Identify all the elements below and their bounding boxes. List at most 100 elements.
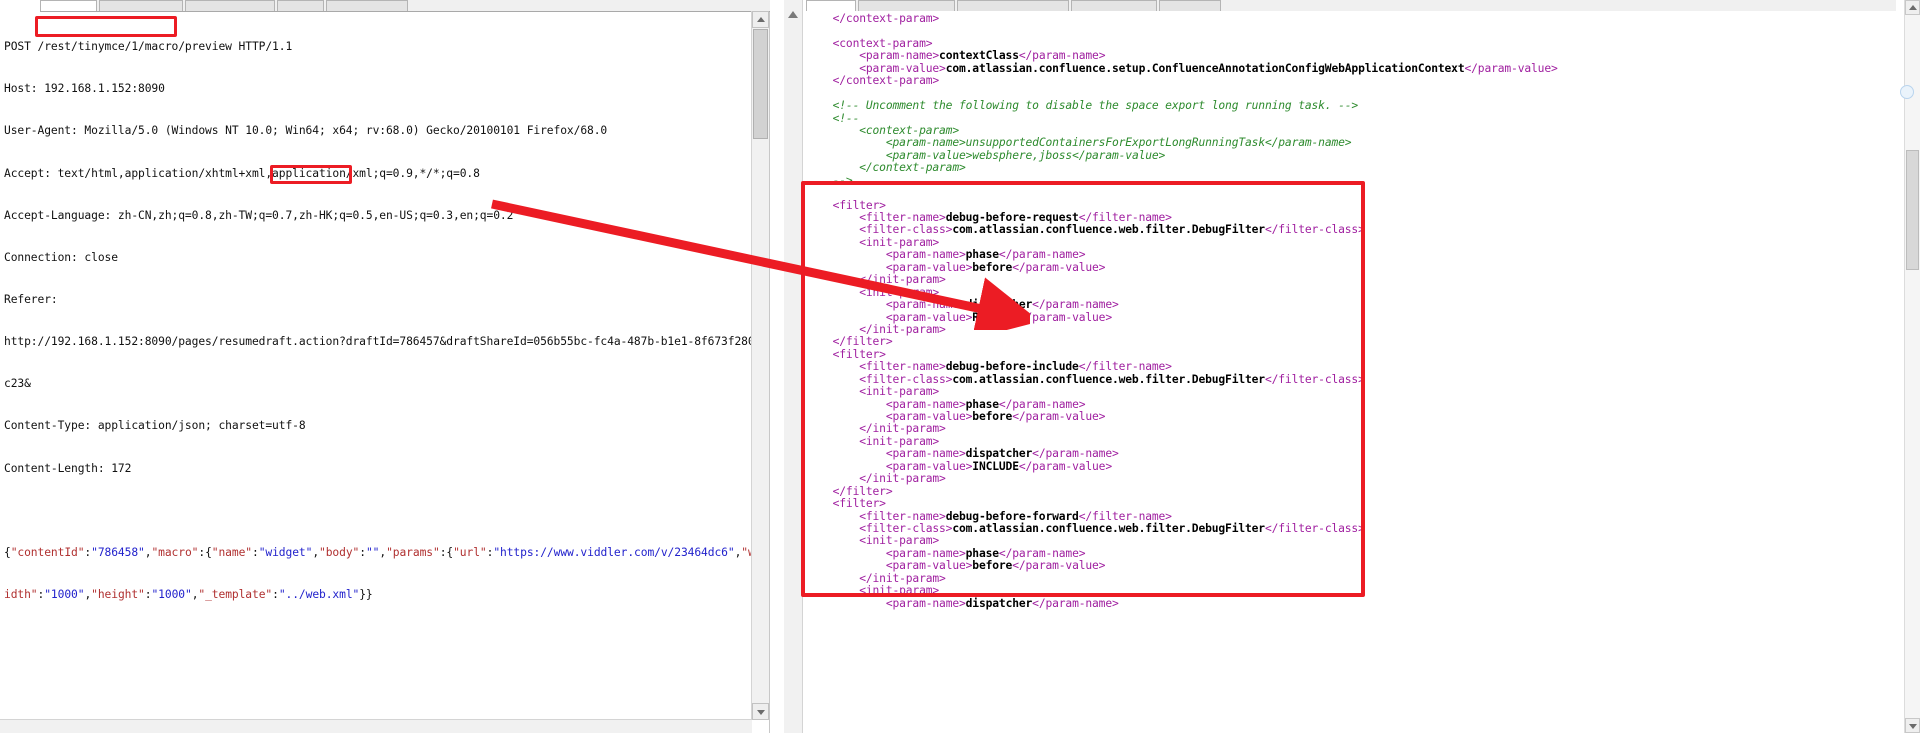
tab-json-left[interactable] [326, 0, 408, 11]
xml-token: </context-param> [832, 12, 940, 25]
body-token: "height" [91, 587, 145, 601]
request-line: Connection: close [4, 250, 118, 264]
xml-token [806, 398, 886, 411]
xml-token [806, 373, 859, 386]
xml-line [806, 25, 1905, 37]
request-body-line: {"contentId":"786458","macro":{"name":"w… [4, 545, 752, 560]
tab-params-left[interactable] [99, 0, 183, 11]
scroll-down-arrow-icon[interactable] [752, 703, 769, 720]
body-token: }} [359, 587, 373, 601]
tab-raw-left[interactable] [40, 0, 97, 11]
xml-line: <param-value>com.atlassian.confluence.se… [806, 62, 1905, 75]
xml-token: </filter-class> [1264, 223, 1365, 237]
xml-token: </filter-name> [1078, 509, 1172, 523]
xml-token [806, 298, 886, 311]
xml-token [806, 49, 859, 62]
body-token: "https://www.viddler.com/v/23464dc6" [493, 545, 735, 559]
xml-token: phase [965, 397, 999, 411]
xml-token: </param-name> [1032, 596, 1119, 610]
scroll-up-arrow-icon[interactable] [788, 11, 798, 33]
xml-token: <param-name> [885, 136, 966, 150]
xml-token: </context-param> [859, 161, 966, 175]
xml-token: </init-param> [859, 322, 946, 336]
xml-token: </filter-name> [1078, 360, 1172, 374]
xml-token: <filter> [832, 347, 886, 361]
xml-token [806, 62, 859, 75]
xml-token: <filter-class> [859, 223, 953, 237]
xml-token: <param-value> [885, 148, 973, 162]
request-line-blank [4, 504, 748, 518]
body-token: "" [365, 545, 380, 559]
xml-line: </filter> [806, 485, 1905, 498]
xml-token: <context-param> [859, 123, 959, 137]
xml-token [806, 112, 833, 125]
xml-token: phase [965, 546, 999, 560]
xml-token: INCLUDE [972, 459, 1019, 473]
scroll-up-arrow-icon[interactable] [752, 11, 769, 28]
body-token: "macro" [151, 545, 199, 559]
xml-token [806, 584, 859, 597]
request-line: Content-Length: 172 [4, 461, 132, 475]
scroll-up-arrow-icon[interactable] [1905, 0, 1920, 15]
scroll-thumb[interactable] [753, 29, 768, 139]
body-token: "widget" [258, 545, 313, 559]
request-body-line: idth":"1000","height":"1000","_template"… [4, 588, 748, 602]
body-token: : [359, 545, 366, 559]
xml-token [806, 136, 886, 149]
xml-token: </param-name> [1032, 298, 1119, 312]
xml-token [806, 460, 886, 473]
tab-xml-right[interactable] [1159, 0, 1221, 11]
xml-token: <init-param> [859, 534, 940, 548]
xml-token: <param-name> [885, 546, 966, 560]
scroll-down-arrow-icon[interactable] [1905, 718, 1920, 733]
xml-token [806, 261, 886, 274]
xml-token: <param-name> [885, 248, 966, 262]
left-vertical-scrollbar[interactable] [751, 11, 769, 720]
xml-token: </param-value> [1012, 559, 1106, 573]
xml-line: <param-value>INCLUDE</param-value> [806, 459, 1905, 473]
web-xml-panel: </context-param> <context-param> <param-… [784, 0, 1920, 733]
body-token: "_template" [198, 587, 273, 601]
xml-content: </context-param> <context-param> <param-… [806, 11, 1905, 733]
xml-token: <init-param> [859, 584, 940, 598]
xml-token [806, 211, 859, 224]
edge-indicator-icon [1900, 85, 1914, 99]
scroll-thumb[interactable] [1906, 150, 1919, 270]
xml-token [806, 174, 833, 187]
tab-raw-right[interactable] [806, 0, 856, 11]
tab-hex-right[interactable] [1071, 0, 1157, 11]
screenshot-root: POST /rest/tinymce/1/macro/preview HTTP/… [0, 0, 1920, 733]
xml-token: </param-value> [1072, 148, 1166, 162]
request-line: POST /rest/tinymce/1/macro/preview HTTP/… [4, 40, 293, 54]
xml-token: unsupportedContainersForExportLongRunnin… [965, 136, 1265, 150]
body-token: "1000" [151, 587, 192, 601]
xml-token: debug-before-include [945, 360, 1079, 374]
left-horizontal-scrollbar[interactable] [0, 719, 752, 733]
xml-token [806, 273, 859, 286]
tab-render-right[interactable] [957, 0, 1069, 11]
xml-line: <param-value>REQUEST</param-value> [806, 310, 1905, 324]
xml-line: <filter-class>com.atlassian.confluence.w… [806, 372, 1905, 386]
xml-token: <param-name> [859, 49, 940, 63]
body-token: : [272, 587, 279, 601]
request-text: POST /rest/tinymce/1/macro/preview HTTP/… [0, 11, 752, 720]
tab-headers-left[interactable] [185, 0, 275, 11]
xml-token: <filter-class> [859, 372, 953, 386]
xml-token: <param-value> [885, 310, 973, 324]
xml-token [806, 74, 833, 87]
tab-pretty-right[interactable] [858, 0, 955, 11]
xml-token [806, 99, 833, 112]
xml-token: <init-param> [859, 434, 940, 448]
xml-token: com.atlassian.confluence.web.filter.Debu… [952, 521, 1265, 535]
body-token: "params" [386, 545, 440, 559]
xml-token [806, 12, 833, 25]
xml-line: <param-value>before</param-value> [806, 560, 1905, 572]
xml-token: <param-value> [885, 559, 973, 573]
tab-hex-left[interactable] [277, 0, 324, 11]
xml-token: <filter-name> [859, 509, 946, 523]
right-vertical-scrollbar[interactable] [1904, 0, 1920, 733]
xml-token [806, 248, 886, 261]
xml-line: </context-param> [806, 74, 1905, 87]
xml-token: <context-param> [832, 36, 933, 50]
xml-token [806, 435, 859, 448]
